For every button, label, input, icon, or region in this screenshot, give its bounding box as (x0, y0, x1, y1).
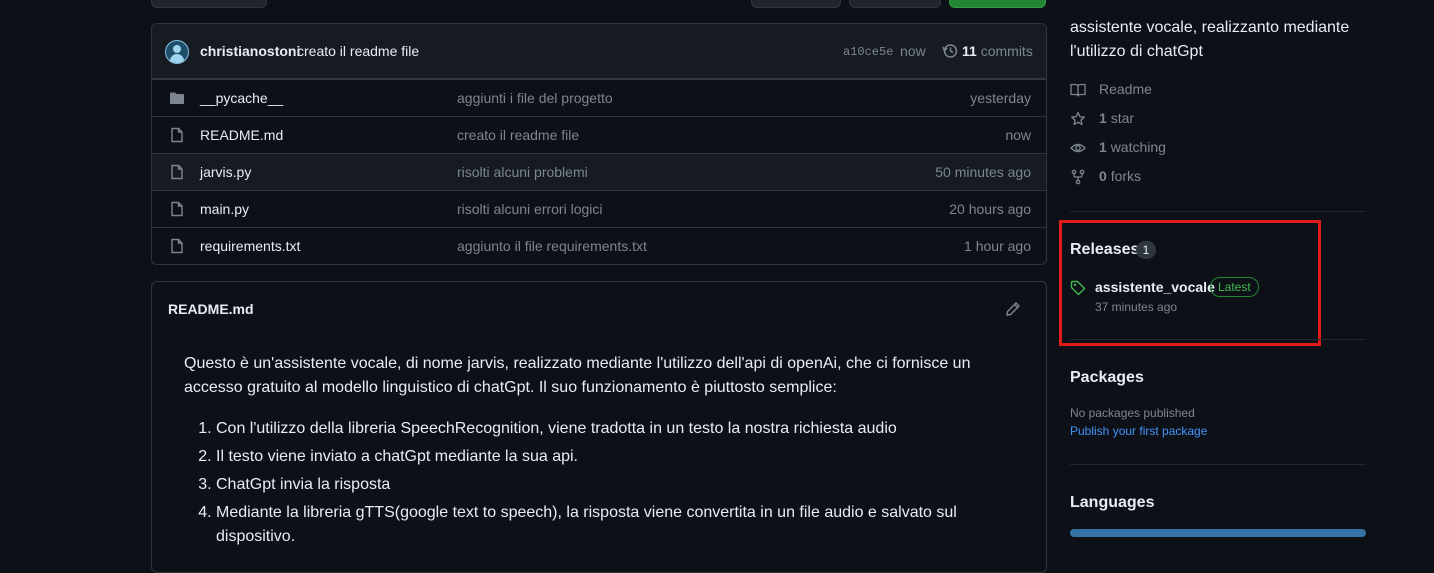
list-item: Il testo viene inviato a chatGpt mediant… (216, 445, 1016, 469)
highlight-box (1059, 220, 1321, 346)
file-commit-message[interactable]: aggiunti i file del progetto (457, 90, 613, 106)
languages-heading: Languages (1070, 494, 1155, 511)
packages-heading[interactable]: Packages (1070, 369, 1144, 387)
history-icon[interactable] (942, 43, 958, 59)
book-icon (1070, 83, 1086, 97)
commit-time: now (900, 43, 926, 59)
stars-label: star (1110, 110, 1135, 126)
file-icon (171, 238, 183, 254)
watching-label: watching (1110, 139, 1166, 155)
file-name[interactable]: __pycache__ (200, 90, 283, 106)
commits-count: 11 (962, 43, 977, 59)
file-list: christianostoni creato il readme file a1… (151, 23, 1047, 265)
forks-count: 0 (1099, 168, 1107, 184)
commits-link[interactable]: 11 commits (962, 43, 1033, 59)
file-commit-message[interactable]: risolti alcuni errori logici (457, 201, 603, 217)
table-row[interactable]: main.py risolti alcuni errori logici 20 … (152, 190, 1046, 227)
table-row[interactable]: jarvis.py risolti alcuni problemi 50 min… (152, 153, 1046, 190)
code-button[interactable] (949, 0, 1046, 8)
language-bar (1070, 529, 1366, 537)
readme-panel: README.md Questo è un'assistente vocale,… (151, 281, 1047, 573)
commit-author[interactable]: christianostoni (200, 43, 300, 59)
file-icon (171, 164, 183, 180)
publish-package-link[interactable]: Publish your first package (1070, 424, 1207, 438)
branch-button[interactable] (151, 0, 267, 8)
folder-icon (170, 92, 184, 104)
commit-sha[interactable]: a10ce5e (843, 45, 893, 59)
file-name[interactable]: main.py (200, 201, 249, 217)
commits-label: commits (980, 43, 1033, 59)
file-date: 20 hours ago (949, 201, 1031, 217)
readme-title[interactable]: README.md (168, 301, 254, 317)
divider (1070, 464, 1366, 465)
table-row[interactable]: __pycache__ aggiunti i file del progetto… (152, 79, 1046, 116)
divider (1070, 339, 1366, 340)
avatar[interactable] (165, 40, 189, 64)
table-row[interactable]: README.md creato il readme file now (152, 116, 1046, 153)
file-name[interactable]: README.md (200, 127, 283, 143)
file-date: yesterday (970, 90, 1031, 106)
file-icon (171, 127, 183, 143)
file-date: 1 hour ago (964, 238, 1031, 254)
about-description: assistente vocale, realizzanto mediante … (1070, 19, 1350, 60)
file-date: now (1005, 127, 1031, 143)
readme-paragraph: Questo è un'assistente vocale, di nome j… (184, 355, 971, 396)
pencil-icon[interactable] (1005, 301, 1021, 317)
file-date: 50 minutes ago (935, 164, 1031, 180)
readme-steps: Con l'utilizzo della libreria SpeechReco… (184, 417, 1016, 553)
go-to-file-button[interactable] (751, 0, 841, 8)
eye-icon (1070, 143, 1086, 153)
watching-count: 1 (1099, 139, 1107, 155)
add-file-button[interactable] (849, 0, 941, 8)
latest-commit-bar: christianostoni creato il readme file a1… (152, 24, 1046, 79)
list-item: ChatGpt invia la risposta (216, 473, 1016, 497)
packages-empty-text: No packages published (1070, 406, 1195, 420)
forks-label: forks (1110, 168, 1142, 184)
stars-count: 1 (1099, 110, 1107, 126)
file-name[interactable]: requirements.txt (200, 238, 300, 254)
file-icon (171, 201, 183, 217)
table-row[interactable]: requirements.txt aggiunto il file requir… (152, 227, 1046, 264)
file-commit-message[interactable]: creato il readme file (457, 127, 579, 143)
divider (1070, 211, 1366, 212)
commit-message[interactable]: creato il readme file (297, 43, 419, 59)
file-commit-message[interactable]: aggiunto il file requirements.txt (457, 238, 647, 254)
file-name[interactable]: jarvis.py (200, 164, 251, 180)
list-item: Mediante la libreria gTTS(google text to… (216, 501, 1016, 549)
fork-icon (1071, 169, 1085, 185)
file-commit-message[interactable]: risolti alcuni problemi (457, 164, 588, 180)
list-item: Con l'utilizzo della libreria SpeechReco… (216, 417, 1016, 441)
star-icon (1071, 111, 1085, 126)
readme-link-label: Readme (1099, 81, 1152, 97)
